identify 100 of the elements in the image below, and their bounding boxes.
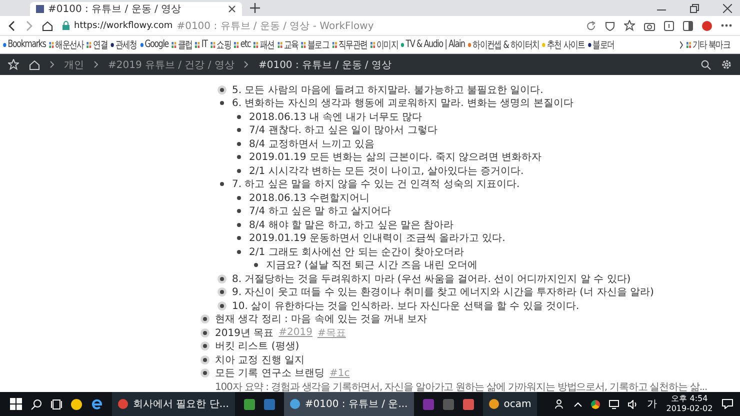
bookmark[interactable]: 직무관련 (332, 38, 368, 52)
bullet-icon[interactable] (220, 101, 224, 106)
breadcrumb-link[interactable]: #0100 : 유튜브 / 운동 / 영상 (258, 58, 392, 72)
bullet-icon[interactable] (220, 276, 224, 281)
bullet-icon[interactable] (237, 128, 241, 132)
bookmark[interactable]: 해운선사 (48, 38, 84, 52)
reader-icon[interactable] (664, 20, 674, 30)
outline-item[interactable]: 2018.06.13 수련할지어니 (249, 190, 370, 205)
bullet-icon[interactable] (237, 222, 241, 227)
bullet-icon[interactable] (237, 142, 241, 146)
browser-e-icon[interactable] (91, 398, 103, 410)
media-player-icon[interactable] (71, 398, 82, 410)
taskbar-app[interactable]: ocam (482, 392, 538, 416)
breadcrumb-link[interactable]: #2019 유튜브 / 건강 / 영상 (108, 58, 234, 72)
bookmark[interactable]: 블로그 (301, 38, 330, 52)
windows-start-icon[interactable] (10, 398, 22, 410)
taskbar-app[interactable]: 회사에서 필요한 단... (112, 392, 235, 416)
star-icon[interactable] (624, 20, 635, 31)
bookmark[interactable]: 패션 (254, 38, 274, 52)
outline-item[interactable]: 7/4 하고 싶은 말 하고 살지어다 (249, 204, 391, 218)
bullet-icon[interactable] (254, 263, 258, 268)
speaker-icon[interactable] (628, 400, 638, 408)
network-icon[interactable] (609, 400, 620, 408)
bullet-icon[interactable] (220, 88, 224, 92)
clock-time[interactable]: 오후 4:54 (671, 394, 708, 404)
shield-icon[interactable] (605, 20, 615, 30)
app-icon[interactable] (462, 398, 474, 410)
bullet-icon[interactable] (220, 304, 224, 308)
bookmark[interactable]: 관세청 (110, 38, 137, 52)
bookmark[interactable]: 클럽 (172, 38, 192, 52)
outline-item[interactable]: 8/4 교정하면서 느끼고 있음 (249, 136, 375, 151)
caret-up-icon[interactable] (574, 402, 582, 406)
bookmark[interactable]: Google (140, 39, 168, 50)
bullet-icon[interactable] (203, 371, 207, 376)
outline-item[interactable]: 2/1 그래도 회사에선 안 되는 순간이 찾아오더라 (249, 244, 464, 259)
clock-date[interactable]: 2019-02-02 (666, 404, 713, 414)
bullet-icon[interactable] (237, 209, 241, 214)
outline-item[interactable]: 2019.01.19 운동하면서 인내력이 조금씩 올라가고 있다. (249, 231, 506, 246)
close-icon[interactable] (723, 4, 732, 12)
breadcrumb-link[interactable]: 개인 (64, 58, 84, 72)
bullet-icon[interactable] (237, 236, 241, 240)
browser-tab[interactable]: #0100 : 유튜브 / 운동 / 영상 (30, 2, 242, 16)
outline-item[interactable]: 버킷 리스트 (평생) (215, 339, 300, 354)
app-icon[interactable] (244, 398, 255, 410)
bookmark[interactable]: 이미지 (370, 38, 398, 52)
bookmark[interactable]: 기타 북마크 (686, 38, 730, 52)
outline-item[interactable]: 지금요? (설날 직전 퇴근 시간 즈음 내린 오더에 (266, 258, 478, 272)
bookmark[interactable]: 교육 (278, 38, 298, 52)
notification-icon[interactable] (722, 399, 733, 409)
outline-item[interactable]: 2018.06.13 내 속엔 내가 너무도 많다 (249, 110, 422, 124)
url-text[interactable]: https://workflowy.com (74, 20, 173, 30)
chevron-right-icon[interactable] (679, 40, 683, 48)
outline-item[interactable]: 현재 생각 정리 : 마음 속에 있는 것을 꺼내 보자 (215, 312, 427, 326)
close-icon[interactable] (228, 5, 236, 13)
bullet-icon[interactable] (203, 344, 207, 348)
outline-item[interactable]: 8. 거절당하는 것을 두려워하지 마라 (우선 싸움을 걸어라. 선이 어디까지인지 알 수 있다) (232, 272, 631, 286)
bookmark[interactable]: 추천 사이트 (542, 38, 585, 52)
task-view-icon[interactable] (51, 398, 62, 410)
sidebar-icon[interactable] (683, 20, 693, 30)
bookmark[interactable]: etc (234, 39, 251, 50)
bullet-icon[interactable] (237, 250, 241, 254)
bullet-icon[interactable] (220, 290, 224, 294)
outline-item[interactable]: 2019.01.19 모든 변화는 삶의 근본이다. 죽지 않으려면 변화하자 (249, 150, 542, 164)
bullet-icon[interactable] (203, 358, 207, 362)
outline-item[interactable]: 2019년 목표 (215, 326, 274, 340)
outline-item[interactable]: 모든 기록 연구소 브랜딩 (215, 366, 325, 380)
outline-item[interactable]: 6. 변화하는 자신의 생각과 행동에 괴로워하지 말라. 변화는 생명의 본질이다 (232, 96, 574, 110)
bookmark[interactable]: Bookmarks (3, 39, 46, 50)
bookmark[interactable]: 연결 (86, 38, 108, 52)
home-icon[interactable] (42, 20, 53, 30)
bookmark[interactable]: 블로더 (588, 38, 614, 52)
search-icon[interactable] (31, 398, 42, 410)
bullet-icon[interactable] (220, 182, 224, 186)
people-icon[interactable] (555, 399, 566, 409)
outline-item[interactable]: 치아 교정 진행 일지 (215, 352, 305, 367)
chrome-tray-icon[interactable] (591, 400, 600, 408)
bullet-icon[interactable] (237, 168, 241, 173)
taskbar-app[interactable]: #0100 : 유튜브 / 운... (284, 392, 414, 416)
app-icon[interactable] (442, 398, 454, 410)
outline-item[interactable]: 7. 하고 싶은 말을 하지 않을 수 있는 건 인격적 성숙의 지표이다. (232, 177, 520, 192)
bookmark[interactable]: 하이컨셉 & 하이터치 (468, 38, 540, 52)
outline-item[interactable]: 8/4 해야 할 말은 하고, 하고 싶은 말은 참아라 (249, 218, 454, 232)
settings-icon[interactable] (721, 59, 732, 70)
outline-item[interactable]: 5. 모든 사람의 마음에 들려고 하지말라. 불가능하고 불필요한 일이다. (232, 82, 544, 97)
bullet-icon[interactable] (237, 196, 241, 200)
app-icon[interactable] (264, 398, 275, 410)
app-icon[interactable] (422, 398, 434, 410)
camera-icon[interactable] (644, 20, 655, 30)
bullet-icon[interactable] (237, 155, 241, 160)
reload-icon[interactable] (586, 20, 596, 30)
bookmark[interactable]: TV & Audio | Alain (401, 39, 465, 50)
input-method-indicator[interactable]: 가 (647, 397, 658, 411)
more-icon[interactable] (721, 24, 732, 27)
outline-item[interactable]: 10. 삶이 유한하다는 것을 인식하라. 보다 자신다운 선택을 할 수 있을 것이다. (232, 298, 580, 313)
outline-item[interactable]: 2/1 시시각각 변하는 모든 것이 나이고, 살아있다는 증거이다. (249, 164, 524, 178)
outline-item[interactable]: 9. 자신이 웃고 떠들 수 있는 환경이나 취미를 찾고 에너지와 시간을 투자하라 (너 자신을 알라) (232, 285, 654, 300)
bullet-icon[interactable] (203, 330, 207, 335)
back-icon[interactable] (8, 20, 16, 30)
bookmark[interactable]: 쇼핑 (210, 38, 232, 52)
bullet-icon[interactable] (203, 317, 207, 322)
